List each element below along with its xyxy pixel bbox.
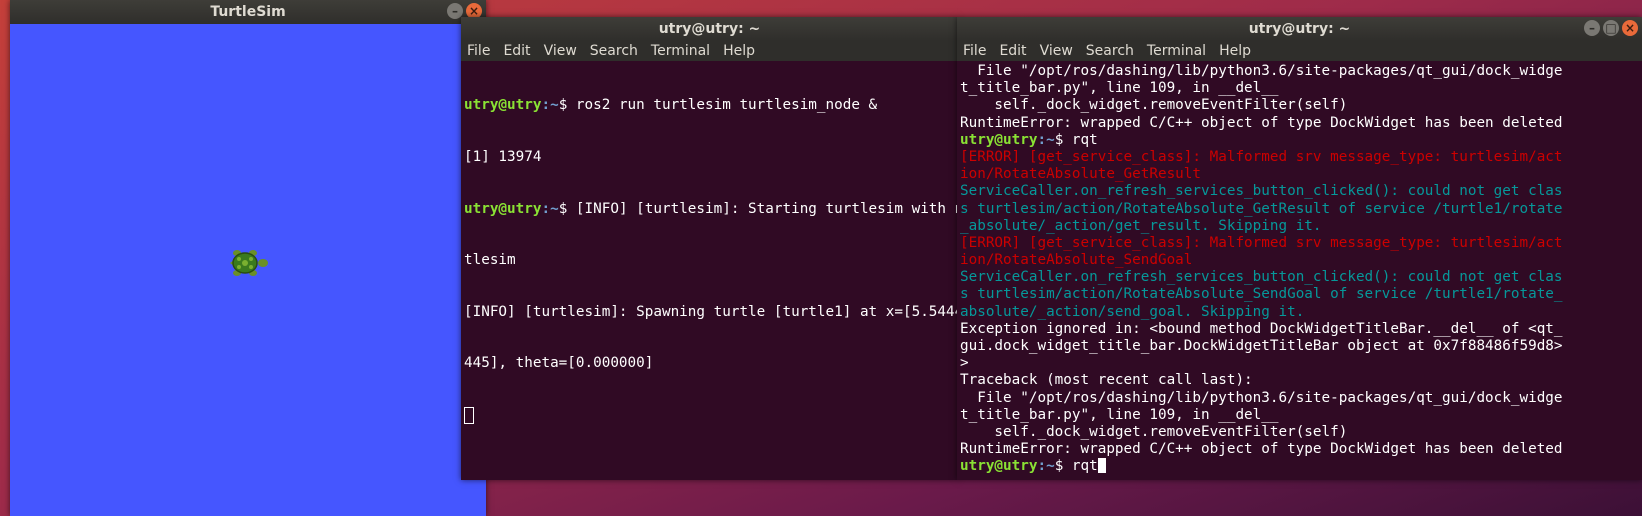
- terminal-line: utry@utry:~$ rqt: [960, 458, 1642, 475]
- menu-file[interactable]: File: [467, 41, 490, 61]
- menu-edit[interactable]: Edit: [503, 41, 530, 61]
- menu-help[interactable]: Help: [1219, 41, 1251, 61]
- minimize-button[interactable]: –: [1584, 20, 1600, 36]
- terminal-cursor-line: [464, 406, 958, 424]
- terminal-1-output[interactable]: utry@utry:~$ ros2 run turtlesim turtlesi…: [461, 61, 958, 480]
- menu-search[interactable]: Search: [1086, 41, 1134, 61]
- menu-edit[interactable]: Edit: [999, 41, 1026, 61]
- terminal-line: ServiceCaller.on_refresh_services_button…: [960, 269, 1563, 286]
- terminal-2-title: utry@utry: ~: [1248, 21, 1351, 37]
- terminal-line: [ERROR] [get_service_class]: Malformed s…: [960, 148, 1563, 165]
- terminal-line: _absolute/_action/get_result. Skipping i…: [960, 217, 1322, 234]
- turtlesim-title: TurtleSim: [210, 4, 286, 20]
- terminal-line: RuntimeError: wrapped C/C++ object of ty…: [960, 441, 1563, 458]
- terminal-line: absolute/_action/send_goal. Skipping it.: [960, 303, 1305, 320]
- menu-view[interactable]: View: [544, 41, 577, 61]
- terminal-cursor: [464, 406, 474, 424]
- terminal-2-output[interactable]: File "/opt/ros/dashing/lib/python3.6/sit…: [957, 61, 1642, 480]
- turtle-icon: [230, 250, 268, 276]
- terminal-line: self._dock_widget.removeEventFilter(self…: [960, 423, 1348, 440]
- terminal-line: [ERROR] [get_service_class]: Malformed s…: [960, 234, 1563, 251]
- terminal-line: s turtlesim/action/RotateAbsolute_GetRes…: [960, 200, 1563, 217]
- turtlesim-titlebar[interactable]: TurtleSim – ×: [10, 0, 486, 24]
- terminal-line: utry@utry:~$ rqt: [960, 131, 1098, 148]
- maximize-button[interactable]: □: [1603, 20, 1619, 36]
- close-button[interactable]: ×: [1622, 20, 1638, 36]
- terminal-1-titlebar[interactable]: utry@utry: ~: [461, 17, 958, 41]
- terminal-line: gui.dock_widget_title_bar.DockWidgetTitl…: [960, 338, 1563, 354]
- turtlesim-canvas: [10, 24, 486, 516]
- terminal-line: utry@utry:~$ [INFO] [turtlesim]: Startin…: [464, 200, 958, 217]
- terminal-line: File "/opt/ros/dashing/lib/python3.6/sit…: [960, 63, 1563, 79]
- terminal-line: tlesim: [464, 252, 516, 269]
- terminal-2-menubar: File Edit View Search Terminal Help: [957, 41, 1642, 61]
- menu-terminal[interactable]: Terminal: [651, 41, 710, 61]
- terminal-line: t_title_bar.py", line 109, in __del__: [960, 80, 1279, 97]
- terminal-2-titlebar[interactable]: utry@utry: ~ – □ ×: [957, 17, 1642, 41]
- menu-search[interactable]: Search: [590, 41, 638, 61]
- terminal-line: [1] 13974: [464, 149, 542, 165]
- terminal-line: File "/opt/ros/dashing/lib/python3.6/sit…: [960, 389, 1563, 406]
- terminal-1-menubar: File Edit View Search Terminal Help: [461, 41, 958, 61]
- terminal-line: ion/RotateAbsolute_GetResult: [960, 166, 1202, 183]
- terminal-line: t_title_bar.py", line 109, in __del__: [960, 406, 1279, 423]
- terminal-line: >: [960, 355, 969, 372]
- terminal-line: Traceback (most recent call last):: [960, 372, 1253, 389]
- terminal-line: self._dock_widget.removeEventFilter(self…: [960, 97, 1348, 114]
- menu-view[interactable]: View: [1040, 41, 1073, 61]
- menu-help[interactable]: Help: [723, 41, 755, 61]
- terminal-window-2: utry@utry: ~ – □ × File Edit View Search…: [957, 17, 1642, 480]
- turtlesim-window: TurtleSim – ×: [10, 0, 486, 516]
- terminal-window-1: utry@utry: ~ File Edit View Search Termi…: [461, 17, 958, 480]
- terminal-1-title: utry@utry: ~: [658, 21, 761, 37]
- terminal-line: s turtlesim/action/RotateAbsolute_SendGo…: [960, 286, 1563, 303]
- terminal-line: utry@utry:~$ ros2 run turtlesim turtlesi…: [464, 97, 878, 114]
- menu-terminal[interactable]: Terminal: [1147, 41, 1206, 61]
- terminal-line: 445], theta=[0.000000]: [464, 355, 654, 372]
- terminal-line: Exception ignored in: <bound method Dock…: [960, 320, 1563, 337]
- terminal-cursor: [1097, 458, 1106, 474]
- terminal-line: RuntimeError: wrapped C/C++ object of ty…: [960, 114, 1563, 131]
- terminal-line: ion/RotateAbsolute_SendGoal: [960, 252, 1193, 269]
- terminal-line: ServiceCaller.on_refresh_services_button…: [960, 183, 1563, 200]
- menu-file[interactable]: File: [963, 41, 986, 61]
- terminal-line: [INFO] [turtlesim]: Spawning turtle [tur…: [464, 303, 958, 320]
